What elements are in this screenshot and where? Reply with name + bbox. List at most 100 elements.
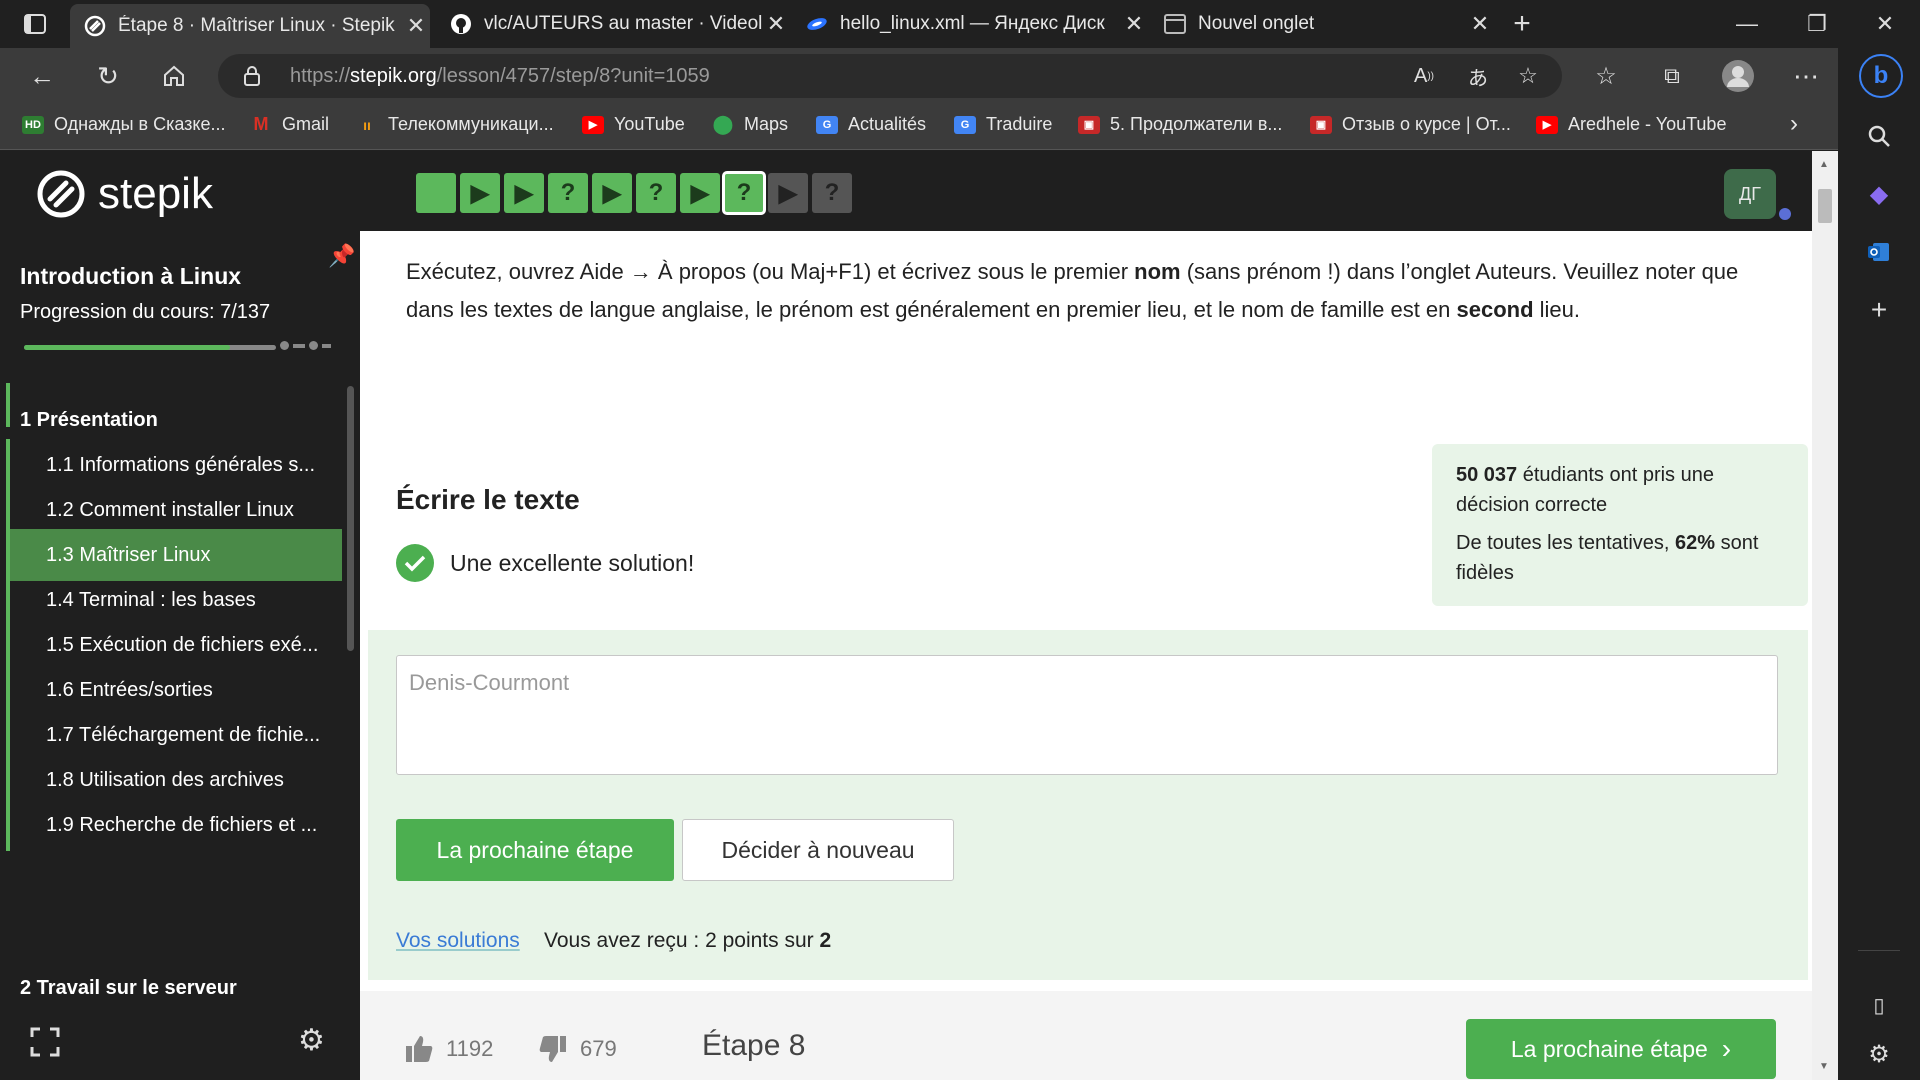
- bookmark-item[interactable]: ▶ Aredhele - YouTube: [1536, 114, 1726, 135]
- tab-yandex-disk[interactable]: hello_linux.xml — Яндекс Диск ✕: [792, 6, 1148, 42]
- sidebar-scrollbar[interactable]: [347, 386, 354, 651]
- close-icon[interactable]: ✕: [1466, 11, 1494, 37]
- chevron-right-icon: ›: [1721, 1033, 1732, 1064]
- pin-icon[interactable]: 📌: [328, 243, 355, 269]
- scroll-down-icon[interactable]: ▼: [1819, 1061, 1829, 1072]
- step-2-play-icon[interactable]: ▶: [460, 173, 500, 213]
- section-title[interactable]: 2 Travail sur le serveur: [20, 977, 237, 1000]
- footer-next-step-button[interactable]: La prochaine étape ›: [1466, 1019, 1776, 1079]
- translate-icon[interactable]: あ: [1458, 56, 1498, 96]
- news-icon: G: [816, 115, 838, 134]
- tab-github[interactable]: vlc/AUTEURS au master · Videola ✕: [436, 6, 790, 42]
- youtube-icon: ▶: [1536, 115, 1558, 134]
- tab-stepik[interactable]: Étape 8 · Maîtriser Linux · Stepik ✕: [70, 4, 430, 48]
- step-9-play-icon[interactable]: ▶: [768, 173, 808, 213]
- bookmark-item[interactable]: ıı Телекоммуникаци...: [356, 114, 554, 135]
- bookmark-item[interactable]: M Gmail: [250, 114, 330, 135]
- close-icon[interactable]: ✕: [762, 11, 790, 37]
- reload-icon[interactable]: ↻: [88, 56, 128, 96]
- minimize-icon[interactable]: —: [1712, 0, 1782, 48]
- more-icon[interactable]: ⋯: [1786, 56, 1826, 96]
- divider: [1858, 950, 1900, 951]
- settings-icon[interactable]: ⚙: [1859, 1034, 1899, 1074]
- copilot-icon[interactable]: ◆: [1859, 174, 1899, 214]
- step-6-question-icon[interactable]: ?: [636, 173, 676, 213]
- bing-chat-icon[interactable]: b: [1859, 54, 1903, 98]
- stepik-logo[interactable]: stepik: [36, 169, 213, 219]
- scroll-up-icon[interactable]: ▲: [1819, 159, 1829, 170]
- like-button[interactable]: 1192: [404, 1034, 493, 1064]
- section-title[interactable]: 1 Présentation: [20, 409, 158, 432]
- tab-actions-icon[interactable]: [0, 0, 70, 48]
- tab-title: hello_linux.xml — Яндекс Диск: [840, 13, 1105, 34]
- video-icon: ▣: [1310, 115, 1332, 134]
- restore-icon[interactable]: ❐: [1782, 0, 1852, 48]
- close-icon[interactable]: ✕: [1120, 11, 1148, 37]
- tab-title: vlc/AUTEURS au master · Videola: [484, 13, 762, 34]
- retry-button[interactable]: Décider à nouveau: [682, 819, 954, 881]
- bookmark-item[interactable]: G Actualités: [816, 114, 926, 135]
- step-8-question-icon[interactable]: ?: [722, 171, 766, 215]
- task-instructions: Exécutez, ouvrez Aide → À propos (ou Maj…: [406, 259, 1739, 322]
- scrollbar-thumb[interactable]: [1818, 189, 1832, 223]
- stats-box: 50 037 étudiants ont pris une décision c…: [1432, 444, 1808, 606]
- bookmark-item[interactable]: HD Однажды в Сказке...: [22, 114, 226, 135]
- step-5-play-icon[interactable]: ▶: [592, 173, 632, 213]
- profile-icon[interactable]: [1718, 56, 1758, 96]
- sidebar-lesson-item[interactable]: 1.9 Recherche de fichiers et ...: [6, 799, 342, 851]
- back-icon[interactable]: ←: [22, 56, 62, 96]
- navigation-bar: ← ↻ https://stepik.org/lesson/4757/step/…: [0, 48, 1920, 104]
- bookmark-item[interactable]: G Traduire: [954, 114, 1052, 135]
- tab-title: Nouvel onglet: [1198, 13, 1315, 34]
- avatar[interactable]: ДГ: [1724, 169, 1776, 219]
- sidebar-toggle-icon[interactable]: ▯: [1859, 985, 1899, 1025]
- score-text: Vous avez reçu : 2 points sur 2: [544, 929, 832, 952]
- course-progress-text: Progression du cours: 7/137: [20, 301, 271, 323]
- step-7-play-icon[interactable]: ▶: [680, 173, 720, 213]
- thumbs-down-icon: [539, 1036, 566, 1062]
- bookmark-item[interactable]: ▣ Отзыв о курсе | От...: [1310, 114, 1511, 135]
- fullscreen-icon[interactable]: [30, 1027, 60, 1057]
- course-title[interactable]: Introduction à Linux: [20, 263, 241, 290]
- new-tab-icon: [1164, 13, 1186, 35]
- favorites-icon[interactable]: ☆: [1586, 56, 1626, 96]
- dislike-button[interactable]: 679: [538, 1034, 617, 1064]
- search-icon[interactable]: [1859, 116, 1899, 156]
- bookmark-item[interactable]: ▣ 5. Продолжатели в...: [1078, 114, 1282, 135]
- page-scrollbar[interactable]: ▲ ▼: [1812, 151, 1838, 1080]
- task-title: Écrire le texte: [396, 484, 580, 515]
- step-4-question-icon[interactable]: ?: [548, 173, 588, 213]
- url-text: https://stepik.org/lesson/4757/step/8?un…: [290, 65, 710, 87]
- window-close-icon[interactable]: ✕: [1850, 0, 1920, 48]
- tab-new[interactable]: Nouvel onglet ✕: [1150, 6, 1494, 42]
- answer-textarea[interactable]: Denis-Courmont: [396, 655, 1778, 775]
- add-icon[interactable]: +: [1859, 290, 1899, 330]
- collections-icon[interactable]: ⧉: [1652, 56, 1692, 96]
- step-1-solid-icon[interactable]: [416, 173, 456, 213]
- youtube-icon: ▶: [582, 115, 604, 134]
- home-icon[interactable]: [154, 56, 194, 96]
- step-label: Étape 8: [702, 1029, 806, 1062]
- bookmark-item[interactable]: ▶ YouTube: [582, 114, 685, 135]
- stepik-header: stepik ▶ ▶? ▶? ▶? ▶? ДГ: [0, 151, 1812, 231]
- your-solutions-link[interactable]: Vos solutions: [396, 929, 520, 953]
- bookmark-item[interactable]: ⬤ Maps: [712, 114, 788, 135]
- step-3-play-icon[interactable]: ▶: [504, 173, 544, 213]
- read-aloud-icon[interactable]: A)): [1404, 56, 1444, 96]
- address-bar[interactable]: https://stepik.org/lesson/4757/step/8?un…: [218, 54, 1562, 98]
- notification-dot: [1779, 208, 1791, 220]
- close-icon[interactable]: ✕: [402, 13, 430, 39]
- success-message: Une excellente solution!: [396, 544, 694, 582]
- bookmarks-overflow-icon[interactable]: ›: [1790, 110, 1798, 138]
- hd-icon: HD: [22, 115, 44, 134]
- step-content: Exécutez, ouvrez Aide → À propos (ou Maj…: [360, 231, 1812, 1080]
- add-favorite-icon[interactable]: ☆: [1508, 56, 1548, 96]
- tab-bar: Étape 8 · Maîtriser Linux · Stepik ✕ vlc…: [0, 0, 1920, 48]
- next-step-button[interactable]: La prochaine étape: [396, 819, 674, 881]
- outlook-icon[interactable]: [1859, 232, 1899, 272]
- step-10-question-icon[interactable]: ?: [812, 173, 852, 213]
- settings-icon[interactable]: ⚙: [298, 1023, 325, 1058]
- lock-icon[interactable]: [232, 56, 272, 96]
- new-tab-plus-icon[interactable]: +: [1496, 0, 1548, 48]
- thumbs-up-icon: [406, 1036, 433, 1062]
